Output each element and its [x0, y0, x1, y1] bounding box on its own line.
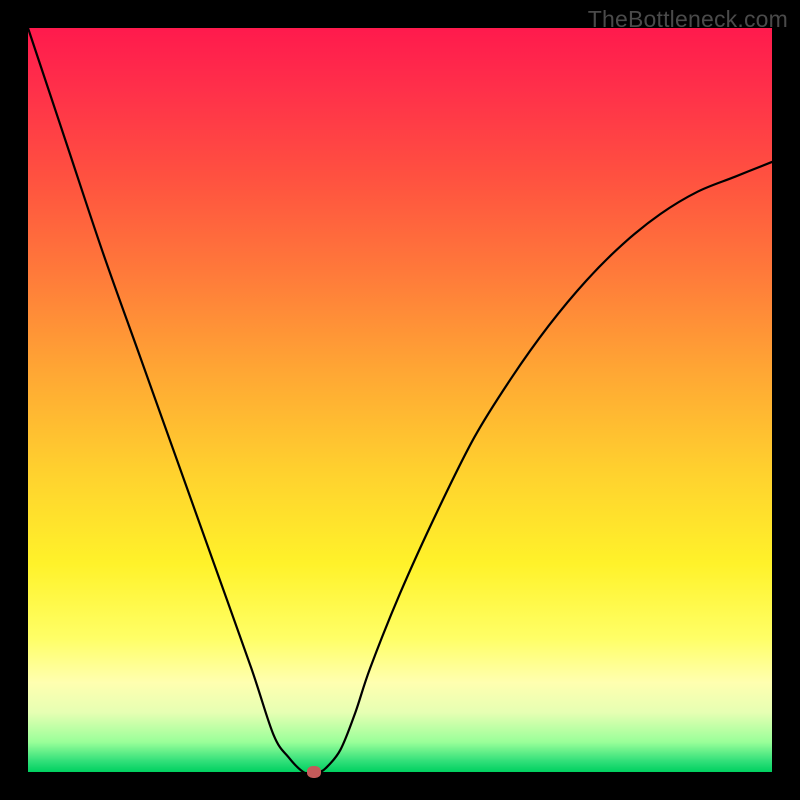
- chart-plot-area: [28, 28, 772, 772]
- watermark-text: TheBottleneck.com: [588, 6, 788, 33]
- minimum-marker-dot: [307, 766, 321, 778]
- chart-frame: TheBottleneck.com: [0, 0, 800, 800]
- bottleneck-curve: [28, 28, 772, 772]
